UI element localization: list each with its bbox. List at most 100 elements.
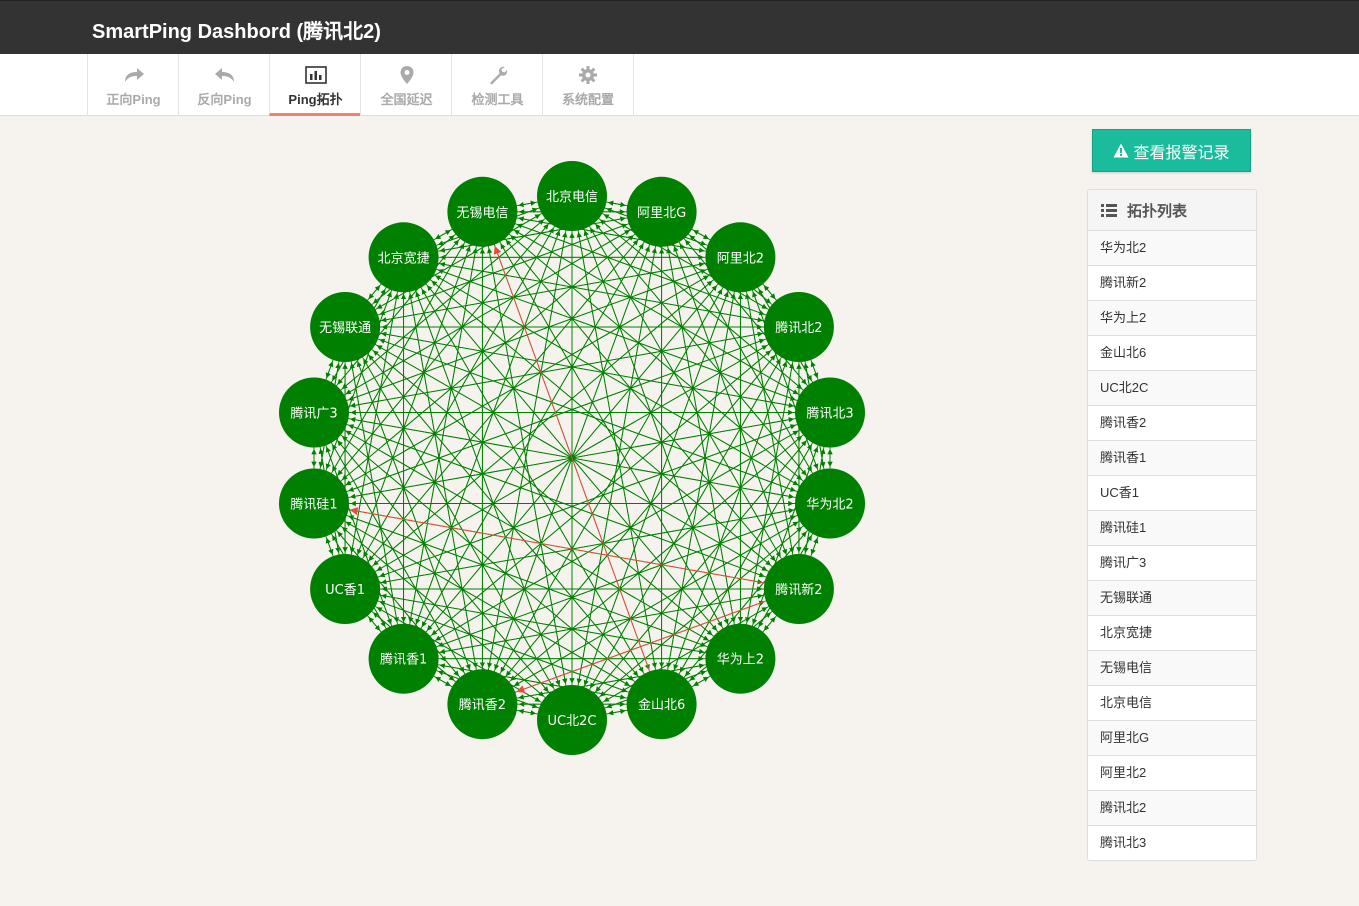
tab-system-config[interactable]: 系统配置 xyxy=(542,54,634,116)
wrench-icon xyxy=(452,64,543,86)
list-item[interactable]: 腾讯新2 xyxy=(1088,266,1256,301)
node-label: 腾讯硅1 xyxy=(290,496,337,512)
list-item[interactable]: 金山北6 xyxy=(1088,336,1256,371)
topology-link xyxy=(368,282,383,300)
topology-node[interactable]: 阿里北G xyxy=(626,176,697,247)
topology-list-panel: 拓扑列表 华为北2 腾讯新2 华为上2 金山北6 UC北2C 腾讯香2 腾讯香1… xyxy=(1087,189,1257,861)
topology-link xyxy=(498,288,723,676)
list-item[interactable]: 阿里北G xyxy=(1088,721,1256,756)
topology-link xyxy=(324,534,334,555)
tab-detection-tools[interactable]: 检测工具 xyxy=(451,54,543,116)
map-marker-icon xyxy=(361,64,452,86)
topology-link xyxy=(604,708,626,715)
topology-node[interactable]: 腾讯北2 xyxy=(763,292,834,362)
node-label: 腾讯广3 xyxy=(290,406,337,422)
node-label: 腾讯香1 xyxy=(380,652,427,668)
topology-link xyxy=(325,357,335,379)
topology-link xyxy=(514,709,537,716)
list-item[interactable]: 无锡联通 xyxy=(1088,581,1256,616)
topology-node[interactable]: 腾讯广3 xyxy=(278,377,349,448)
topology-node[interactable]: 腾讯新2 xyxy=(763,554,834,624)
topology-link xyxy=(810,361,820,382)
list-item[interactable]: 北京宽捷 xyxy=(1088,616,1256,651)
node-label: UC香1 xyxy=(325,583,365,598)
topology-link xyxy=(431,674,451,687)
node-label: UC北2C xyxy=(548,714,597,729)
list-item[interactable]: 腾讯硅1 xyxy=(1088,511,1256,546)
node-label: 腾讯香2 xyxy=(459,697,506,713)
node-label: 腾讯北3 xyxy=(806,406,853,422)
top-header: SmartPing Dashbord (腾讯北2) xyxy=(0,0,1359,54)
topology-node[interactable]: 无锡联通 xyxy=(310,292,381,362)
topology-link xyxy=(375,424,796,579)
topology-link xyxy=(435,227,455,240)
list-item[interactable]: 腾讯广3 xyxy=(1088,546,1256,581)
tab-label: 检测工具 xyxy=(471,92,524,107)
tab-label: 全国延迟 xyxy=(380,92,433,107)
topology-link xyxy=(607,200,630,207)
bar-chart-icon xyxy=(270,64,361,86)
topology-link xyxy=(666,293,736,672)
topology-link xyxy=(689,676,709,689)
topology-node[interactable]: 腾讯北3 xyxy=(795,377,866,448)
tab-ping-topology[interactable]: Ping拓扑 xyxy=(269,54,361,116)
topology-node[interactable]: 阿里北2 xyxy=(705,222,776,293)
topology-node[interactable]: 华为北2 xyxy=(795,468,866,539)
node-label: 华为北2 xyxy=(806,497,853,512)
tab-reverse-ping[interactable]: 反向Ping xyxy=(178,54,270,116)
list-item[interactable]: 阿里北2 xyxy=(1088,756,1256,791)
topology-node[interactable]: 无锡电信 xyxy=(447,176,518,247)
tab-label: 正向Ping xyxy=(106,92,161,107)
tab-national-latency[interactable]: 全国延迟 xyxy=(360,54,452,116)
node-label: 华为上2 xyxy=(717,653,764,668)
app-title: SmartPing Dashbord (腾讯北2) xyxy=(92,21,381,43)
node-label: 腾讯北2 xyxy=(775,320,822,336)
tab-forward-ping[interactable]: 正向Ping xyxy=(87,54,179,116)
topology-link xyxy=(346,417,795,499)
list-item[interactable]: 腾讯北2 xyxy=(1088,791,1256,826)
list-icon xyxy=(1101,203,1117,217)
tab-label: 系统配置 xyxy=(561,92,614,107)
node-label: 金山北6 xyxy=(638,697,685,713)
topology-link xyxy=(498,240,723,628)
node-label: 无锡联通 xyxy=(319,321,371,336)
list-item[interactable]: UC香1 xyxy=(1088,476,1256,511)
node-label: 腾讯新2 xyxy=(775,582,822,598)
topology-node[interactable]: 腾讯香2 xyxy=(447,669,518,740)
topology-node[interactable]: UC北2C xyxy=(537,685,607,755)
node-label: 无锡电信 xyxy=(456,206,508,221)
topology-node[interactable]: 华为上2 xyxy=(705,623,776,694)
list-item[interactable]: 华为北2 xyxy=(1088,231,1256,266)
node-label: 北京宽捷 xyxy=(378,250,430,266)
list-item[interactable]: 北京电信 xyxy=(1088,686,1256,721)
topology-node[interactable]: 腾讯香1 xyxy=(368,623,439,694)
list-item[interactable]: 腾讯香2 xyxy=(1088,406,1256,441)
topology-link xyxy=(514,200,537,207)
topology-link xyxy=(576,231,657,672)
list-item[interactable]: 腾讯香1 xyxy=(1088,441,1256,476)
view-alarm-records-button[interactable]: 查看报警记录 xyxy=(1092,129,1251,172)
topology-link xyxy=(431,430,799,643)
topology-node[interactable]: 金山北6 xyxy=(626,669,697,740)
topology-link xyxy=(375,337,796,492)
topology-link xyxy=(346,417,795,499)
topology-node[interactable]: 腾讯硅1 xyxy=(278,468,349,539)
topology-link xyxy=(424,285,717,634)
topology-node[interactable]: 北京宽捷 xyxy=(368,222,439,293)
topology-link xyxy=(487,244,568,685)
panel-title: 拓扑列表 xyxy=(1127,202,1188,220)
list-item[interactable]: 华为上2 xyxy=(1088,301,1256,336)
topology-link xyxy=(408,244,478,623)
topology-node[interactable]: 北京电信 xyxy=(537,161,607,231)
list-item[interactable]: 腾讯北3 xyxy=(1088,826,1256,860)
topology-node[interactable]: UC香1 xyxy=(310,554,381,624)
list-item[interactable]: 无锡电信 xyxy=(1088,651,1256,686)
list-item[interactable]: UC北2C xyxy=(1088,371,1256,406)
node-label: 阿里北2 xyxy=(717,251,764,266)
node-label: 北京电信 xyxy=(546,190,598,205)
topology-link xyxy=(761,616,776,634)
nav-bar: 正向Ping 反向Ping Ping拓扑 全国延迟 检测工具 系统配置 xyxy=(0,54,1359,116)
panel-header: 拓扑列表 xyxy=(1088,190,1256,231)
warning-icon xyxy=(1113,143,1129,158)
topology-link xyxy=(431,273,799,486)
